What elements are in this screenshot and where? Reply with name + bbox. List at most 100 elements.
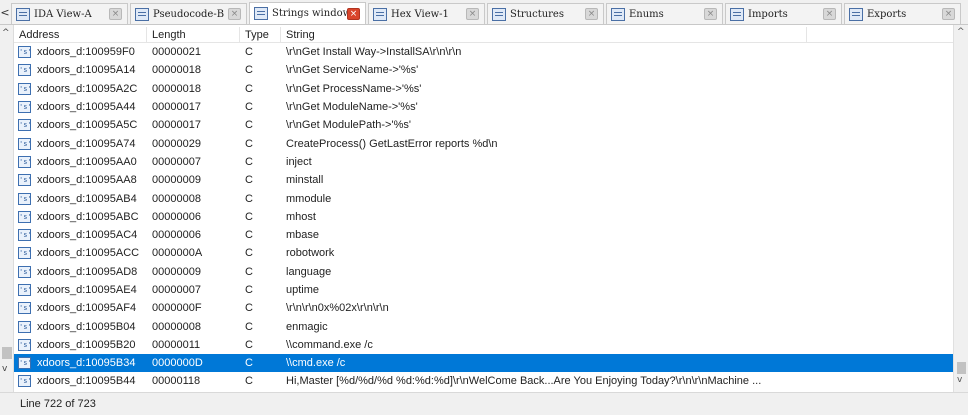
tab-enums[interactable]: Enums × — [606, 3, 723, 24]
string-cell: \r\nGet ProcessName->'%s' — [286, 82, 422, 95]
string-cell: uptime — [286, 284, 320, 296]
address-cell: 's' xdoors_d:10095A74 — [14, 135, 147, 153]
table-row[interactable]: 's' xdoors_d:10095A5C 00000017 C \r\nGet Mod… — [14, 116, 953, 134]
string-cell: \r\n\r\n0x%02x\r\n\r\n — [286, 302, 389, 315]
close-icon[interactable]: × — [466, 8, 479, 20]
tab-ida-view-a[interactable]: IDA View-A × — [11, 3, 128, 24]
column-header-type[interactable]: Type — [240, 27, 281, 42]
column-header-string[interactable]: String — [281, 27, 807, 42]
strings-window-app: < IDA View-A × Pseudocode-B × Strings window… — [0, 0, 968, 415]
length-cell: 00000017 — [152, 119, 201, 132]
tab-strings-window[interactable]: Strings window × — [249, 2, 366, 24]
length-cell: 00000011 — [152, 338, 201, 351]
address-text: xdoors_d:10095AE4 — [37, 284, 137, 296]
type-cell: C — [245, 192, 253, 205]
table-row[interactable]: 's' xdoors_d:100959F0 00000021 C \r\nGet Ins… — [14, 43, 953, 61]
address-text: xdoors_d:10095A14 — [37, 64, 136, 77]
table-header: Address Length Type String — [14, 27, 953, 43]
vertical-scrollbar[interactable]: ^ v — [953, 25, 968, 392]
length-cell: 00000009 — [152, 174, 201, 187]
type-cell: C — [245, 82, 253, 95]
length-cell: 00000018 — [152, 64, 201, 77]
table-row[interactable]: 's' xdoors_d:10095B04 00000008 Cenmagic — [14, 317, 953, 335]
table-row[interactable]: 's' xdoors_d:10095B20 00000011 C \\command.e… — [14, 336, 953, 354]
type-cell: C — [245, 137, 253, 150]
string-icon: 's' — [18, 119, 32, 132]
address-cell: 's' xdoors_d:10095AE4 — [14, 281, 147, 299]
strings-icon — [254, 7, 268, 20]
close-icon[interactable]: × — [347, 7, 360, 20]
length-cell: 00000017 — [152, 101, 201, 114]
address-text: xdoors_d:10095AA0 — [37, 155, 137, 168]
string-cell: mbase — [286, 229, 320, 242]
type-cell: C — [245, 101, 253, 114]
column-header-length[interactable]: Length — [147, 27, 240, 42]
address-text: xdoors_d:10095B20 — [37, 338, 136, 351]
address-cell: 's' xdoors_d:10095A5C — [14, 116, 147, 134]
string-icon: 's' — [18, 320, 32, 333]
address-cell: 's' xdoors_d:100959F0 — [14, 43, 147, 61]
string-icon: 's' — [18, 284, 32, 296]
close-icon[interactable]: × — [823, 8, 836, 20]
table-row[interactable]: 's' xdoors_d:10095AD8 00000009 Clanguage — [14, 263, 953, 281]
close-icon[interactable]: × — [109, 8, 122, 20]
scrollbar-thumb[interactable] — [957, 362, 966, 374]
table-row[interactable]: 's' xdoors_d:10095A14 00000018 C \r\nGet Ser… — [14, 61, 953, 79]
column-header-address[interactable]: Address — [14, 27, 147, 42]
string-cell: inject — [286, 155, 312, 168]
table-row[interactable]: 's' xdoors_d:10095ACC 0000000A Crobotwork — [14, 244, 953, 262]
close-icon[interactable]: × — [942, 8, 955, 20]
string-cell: language — [286, 265, 332, 278]
chevron-down-icon[interactable]: v — [2, 364, 7, 374]
close-icon[interactable]: × — [704, 8, 717, 20]
address-text: xdoors_d:10095AB4 — [37, 192, 137, 205]
tab-scroll-left-button[interactable]: < — [0, 3, 10, 23]
address-cell: 's' xdoors_d:10095AF4 — [14, 299, 147, 317]
tab-pseudocode-b[interactable]: Pseudocode-B × — [130, 3, 247, 24]
string-cell: \r\nGet Install Way->InstallSA\r\n\r\n — [286, 46, 462, 59]
string-icon: 's' — [18, 46, 32, 59]
address-text: xdoors_d:10095A5C — [37, 119, 138, 132]
tab-structures[interactable]: Structures × — [487, 3, 604, 24]
table-row[interactable]: 's' xdoors_d:10095B34 0000000D C \\cmd.exe /… — [14, 354, 953, 373]
enums-icon — [611, 7, 625, 21]
address-cell: 's' xdoors_d:10095AA0 — [14, 153, 147, 171]
length-cell: 00000029 — [152, 137, 201, 150]
table-row[interactable]: 's' xdoors_d:10095A2C 00000018 C \r\nGet Pro… — [14, 80, 953, 98]
string-cell: enmagic — [286, 320, 328, 333]
tab-label: Imports — [748, 8, 788, 20]
address-cell: 's' xdoors_d:10095B04 — [14, 318, 147, 336]
type-cell: C — [245, 46, 253, 59]
table-row[interactable]: 's' xdoors_d:10095AC4 00000006 Cmbase — [14, 226, 953, 244]
string-icon: 's' — [18, 302, 32, 315]
scroll-down-icon[interactable]: v — [957, 375, 962, 385]
string-icon: 's' — [18, 338, 32, 351]
type-cell: C — [245, 64, 253, 77]
scroll-up-icon[interactable]: ^ — [957, 27, 965, 37]
table-row[interactable]: 's' xdoors_d:10095AA0 00000007 Cinject — [14, 153, 953, 171]
table-row[interactable]: 's' xdoors_d:10095AE4 00000007 Cuptime — [14, 281, 953, 299]
tab-hex-view-1[interactable]: Hex View-1 × — [368, 3, 485, 24]
address-cell: 's' xdoors_d:10095AC4 — [14, 226, 147, 244]
length-cell: 00000021 — [152, 46, 201, 59]
address-cell: 's' xdoors_d:10095B34 — [14, 354, 147, 372]
address-cell: 's' xdoors_d:10095AD8 — [14, 263, 147, 281]
tab-exports[interactable]: Exports × — [844, 3, 961, 24]
status-line-count: Line 722 of 723 — [20, 398, 96, 410]
table-row[interactable]: 's' xdoors_d:10095AF4 0000000F C \r\n\r\n0x%… — [14, 299, 953, 317]
chevron-up-icon[interactable]: ^ — [2, 28, 10, 38]
string-icon: 's' — [18, 82, 32, 95]
length-cell: 00000008 — [152, 320, 201, 333]
table-row[interactable]: 's' xdoors_d:10095AA8 00000009 Cminstall — [14, 171, 953, 189]
table-row[interactable]: 's' xdoors_d:10095B44 00000118 C Hi,Master [… — [14, 372, 953, 390]
close-icon[interactable]: × — [585, 8, 598, 20]
left-scroll-thumb[interactable] — [2, 347, 12, 359]
tab-imports[interactable]: Imports × — [725, 3, 842, 24]
table-row[interactable]: 's' xdoors_d:10095A74 00000029 C CreateProce… — [14, 134, 953, 152]
table-row[interactable]: 's' xdoors_d:10095ABC 00000006 Cmhost — [14, 208, 953, 226]
table-row[interactable]: 's' xdoors_d:10095AB4 00000008 Cmmodule — [14, 189, 953, 207]
address-text: xdoors_d:10095ACC — [37, 247, 140, 260]
close-icon[interactable]: × — [228, 8, 241, 20]
table-row[interactable]: 's' xdoors_d:10095A44 00000017 C \r\nGet Mod… — [14, 98, 953, 116]
imports-icon — [730, 7, 744, 21]
